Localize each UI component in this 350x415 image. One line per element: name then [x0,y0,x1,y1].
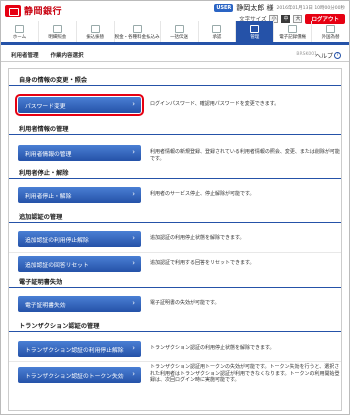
nav-statement[interactable]: 明細照会 [39,21,77,42]
button-label: 電子証明書失効 [25,302,66,309]
chevron-right-icon: › [132,190,135,198]
tx-token-revoke-button[interactable]: トランザクション認証のトークン失効 › [18,367,141,383]
user-management-desc: 利用者情報の新規登録、登録されている利用者情報の照会、変更、または削除が可能です… [150,149,340,162]
nav-label: 税金・各種料金払込み [114,35,160,40]
chevron-right-icon: › [132,259,135,267]
button-label: パスワード変更 [25,103,66,110]
button-label: 追加認証の利用停止解除 [25,237,89,244]
breadcrumb-section: 利用者管理 [11,52,39,59]
chevron-right-icon: › [132,100,135,108]
statement-icon [52,25,62,33]
tx-unlock-desc: トランザクション認証の利用停止状態を解除できます。 [150,345,275,351]
cert-revoke-button[interactable]: 電子証明書失効 › [18,296,141,312]
nav-home[interactable]: ホーム [1,21,39,42]
nav-bulk[interactable]: 一括伝送 [161,21,199,42]
user-stop-button[interactable]: 利用者停止・解除 › [18,187,141,203]
page-title: 作業内容選択 [50,52,84,59]
nav-ebond[interactable]: 電子記録債権 [274,21,313,42]
chevron-right-icon: › [132,148,135,156]
manage-icon [250,25,260,33]
chevron-right-icon: › [132,370,135,378]
help-link[interactable]: ヘルプ ? [315,51,341,60]
bank-name: 静岡銀行 [24,7,63,17]
tx-token-revoke-desc: トランザクション認証用トークンの失効が可能です。トークン失効を行うと、選択された… [150,364,340,383]
nav-label: 承認 [212,35,222,40]
bank-logo-icon [5,4,21,17]
home-icon [14,25,24,33]
auth-reset-desc: 追加認証で利用する回答をリセットできます。 [150,260,255,266]
user-stop-desc: 利用者のサービス停止、停止解除が可能です。 [150,191,255,197]
auth-unlock-button[interactable]: 追加認証の利用停止解除 › [18,231,141,247]
cert-revoke-desc: 電子証明書の失効が可能です。 [150,300,220,306]
auth-reset-button[interactable]: 追加認証の回答リセット › [18,256,141,272]
help-icon: ? [334,52,341,59]
nav-label: 管理 [250,35,260,40]
nav-transfer[interactable]: 振込振替 [77,21,115,42]
section-title-self: 自身の情報の変更・照会 [9,73,341,86]
section-title-transaction: トランザクション認証の管理 [9,319,341,332]
bank-logo[interactable]: 静岡銀行 [5,4,62,17]
password-change-button[interactable]: パスワード変更 › [15,94,144,116]
nav-label: ホーム [12,35,27,40]
ebond-icon [288,25,298,33]
user-area: USER 静岡太郎 様 2016年01月13日 10時00分00秒 [214,3,345,13]
button-label: 利用者停止・解除 [25,193,72,200]
screen-id: BRSK001 [296,52,317,57]
nav-approval[interactable]: 承認 [199,21,237,42]
user-name: 静岡太郎 様 [236,4,274,12]
auth-unlock-desc: 追加認証の利用停止状態を解除できます。 [150,235,245,241]
nav-label: 電子記録債権 [279,35,307,40]
help-label: ヘルプ [314,53,333,60]
fx-icon [326,25,336,33]
chevron-right-icon: › [132,234,135,242]
section-title-user-stop: 利用者停止・解除 [9,166,341,179]
row-divider [9,252,341,253]
nav-label: 振込振替 [86,35,105,40]
global-nav: ホーム 明細照会 振込振替 税金・各種料金払込み 一括伝送 承認 管理 電子記録… [1,21,349,45]
user-badge: USER [214,4,234,12]
last-login-time: 2016年01月13日 10時00分00秒 [276,6,345,11]
button-label: 利用者情報の管理 [25,151,72,158]
button-label: 追加認証の回答リセット [25,262,89,269]
nav-fx[interactable]: 外国為替 [312,21,349,42]
transfer-icon [90,25,100,33]
nav-label: 一括伝送 [170,35,189,40]
user-management-button[interactable]: 利用者情報の管理 › [18,145,141,161]
section-title-auth: 追加認証の管理 [9,210,341,223]
row-divider [9,361,341,362]
bulk-icon [174,25,184,33]
password-change-desc: ログインパスワード、確認用パスワードを変更できます。 [150,101,280,107]
breadcrumb: 利用者管理 作業内容選択 BRSK001 ヘルプ ? [1,48,349,62]
button-label: トランザクション認証のトークン失効 [25,373,124,380]
tax-icon [132,25,142,33]
tx-unlock-button[interactable]: トランザクション認証の利用停止解除 › [18,341,141,357]
nav-tax[interactable]: 税金・各種料金払込み [115,21,161,42]
section-title-cert: 電子証明書失効 [9,275,341,288]
main-content: 自身の情報の変更・照会 パスワード変更 › ログインパスワード、確認用パスワード… [8,68,342,411]
button-label: トランザクション認証の利用停止解除 [25,347,124,354]
nav-manage[interactable]: 管理 [236,21,275,42]
approval-icon [212,25,222,33]
chevron-right-icon: › [132,344,135,352]
nav-label: 外国為替 [321,35,340,40]
section-title-user-mgmt: 利用者情報の管理 [9,122,341,135]
nav-label: 明細照会 [48,35,67,40]
chevron-right-icon: › [132,299,135,307]
